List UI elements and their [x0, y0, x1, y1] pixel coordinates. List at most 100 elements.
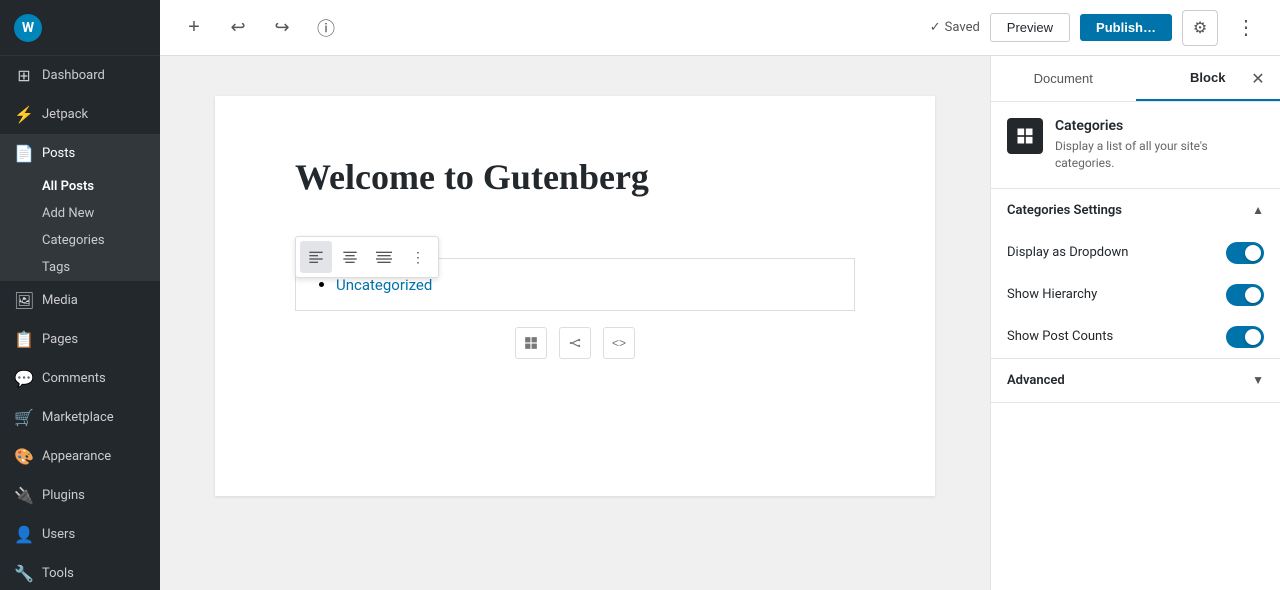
top-toolbar: + ↩ ↪ ⓘ ✓ Saved Preview Publish… ⚙ ⋮ — [160, 0, 1280, 56]
redo-button[interactable]: ↪ — [264, 10, 300, 46]
show-post-counts-label: Show Post Counts — [1007, 329, 1113, 344]
sidebar-item-appearance[interactable]: 🎨 Appearance — [0, 437, 160, 476]
redo-icon: ↪ — [274, 17, 289, 38]
sidebar-item-posts[interactable]: 📄 Posts — [0, 134, 160, 173]
sidebar-item-media[interactable]: 🖼 Media — [0, 281, 160, 320]
editor-area: Welcome to Gutenberg — [160, 56, 990, 590]
show-hierarchy-toggle[interactable] — [1226, 284, 1264, 306]
sidebar-item-label: Media — [42, 293, 78, 308]
sidebar-item-plugins[interactable]: 🔌 Plugins — [0, 476, 160, 515]
sidebar-item-dashboard[interactable]: ⊞ Dashboard — [0, 56, 160, 95]
show-post-counts-toggle[interactable] — [1226, 326, 1264, 348]
right-panel: Document Block ✕ Categories Display a li… — [990, 56, 1280, 590]
advanced-section-header[interactable]: Advanced ▼ — [991, 359, 1280, 402]
sidebar-item-label: Posts — [42, 146, 75, 161]
advanced-title: Advanced — [1007, 373, 1065, 388]
submenu-all-posts[interactable]: All Posts — [0, 173, 160, 200]
display-as-dropdown-toggle[interactable] — [1226, 242, 1264, 264]
block-description: Display a list of all your site's catego… — [1055, 138, 1264, 172]
more-icon: ⋮ — [1236, 15, 1256, 40]
tree-view-button[interactable] — [559, 327, 591, 359]
appearance-icon: 🎨 — [14, 447, 34, 466]
categories-icon — [1015, 126, 1035, 146]
add-icon: + — [188, 16, 200, 39]
toolbar-right: ✓ Saved Preview Publish… ⚙ ⋮ — [930, 10, 1264, 46]
close-icon: ✕ — [1251, 69, 1264, 89]
chevron-down-icon: ▼ — [1252, 373, 1264, 387]
tree-icon — [568, 336, 582, 350]
posts-icon: 📄 — [14, 144, 34, 163]
submenu-tags[interactable]: Tags — [0, 254, 160, 281]
panel-tabs: Document Block ✕ — [991, 56, 1280, 102]
saved-status: ✓ Saved — [930, 20, 980, 35]
show-hierarchy-row: Show Hierarchy — [991, 274, 1280, 316]
sidebar-item-label: Plugins — [42, 488, 85, 503]
publish-button[interactable]: Publish… — [1080, 14, 1172, 41]
align-wide-icon — [376, 249, 392, 265]
submenu-add-new[interactable]: Add New — [0, 200, 160, 227]
sidebar-logo: W — [0, 0, 160, 56]
sidebar-item-users[interactable]: 👤 Users — [0, 515, 160, 554]
users-icon: 👤 — [14, 525, 34, 544]
align-left-button[interactable] — [300, 241, 332, 273]
block-info-text: Categories Display a list of all your si… — [1055, 118, 1264, 172]
category-link[interactable]: Uncategorized — [336, 276, 432, 294]
panel-close-button[interactable]: ✕ — [1244, 65, 1272, 93]
tab-document[interactable]: Document — [991, 56, 1136, 101]
info-button[interactable]: ⓘ — [308, 10, 344, 46]
info-icon: ⓘ — [317, 15, 335, 41]
plugins-icon: 🔌 — [14, 486, 34, 505]
more-options-button[interactable]: ⋮ — [1228, 10, 1264, 46]
code-view-button[interactable]: <> — [603, 327, 635, 359]
settings-gear-button[interactable]: ⚙ — [1182, 10, 1218, 46]
sidebar-item-jetpack[interactable]: ⚡ Jetpack — [0, 95, 160, 134]
sidebar-item-pages[interactable]: 📋 Pages — [0, 320, 160, 359]
display-as-dropdown-label: Display as Dropdown — [1007, 245, 1128, 260]
align-wide-button[interactable] — [368, 241, 400, 273]
block-toolbar: ⋮ — [295, 236, 439, 278]
align-center-button[interactable] — [334, 241, 366, 273]
grid-view-button[interactable] — [515, 327, 547, 359]
jetpack-icon: ⚡ — [14, 105, 34, 124]
block-float-controls: <> — [295, 327, 855, 359]
marketplace-icon: 🛒 — [14, 408, 34, 427]
align-center-icon — [342, 249, 358, 265]
sidebar: W ⊞ Dashboard ⚡ Jetpack 📄 Posts All Post… — [0, 0, 160, 590]
saved-label: Saved — [945, 20, 980, 35]
tools-icon: 🔧 — [14, 564, 34, 583]
code-icon: <> — [612, 336, 626, 350]
categories-settings-header[interactable]: Categories Settings ▲ — [991, 189, 1280, 232]
block-more-button[interactable]: ⋮ — [402, 241, 434, 273]
dashboard-icon: ⊞ — [14, 66, 34, 85]
sidebar-item-label: Dashboard — [42, 68, 105, 83]
sidebar-item-label: Pages — [42, 332, 78, 347]
block-title-label: Categories — [1055, 118, 1264, 134]
main-layout: Welcome to Gutenberg — [0, 56, 1280, 590]
media-icon: 🖼 — [14, 291, 34, 310]
sidebar-item-comments[interactable]: 💬 Comments — [0, 359, 160, 398]
sidebar-item-label: Tools — [42, 566, 74, 581]
sidebar-item-label: Marketplace — [42, 410, 114, 425]
undo-button[interactable]: ↩ — [220, 10, 256, 46]
sidebar-item-label: Jetpack — [42, 107, 88, 122]
post-title[interactable]: Welcome to Gutenberg — [295, 156, 855, 198]
comments-icon: 💬 — [14, 369, 34, 388]
add-block-button[interactable]: + — [176, 10, 212, 46]
sidebar-item-tools[interactable]: 🔧 Tools — [0, 554, 160, 590]
sidebar-item-marketplace[interactable]: 🛒 Marketplace — [0, 398, 160, 437]
posts-submenu: All Posts Add New Categories Tags — [0, 173, 160, 281]
sidebar-item-label: Users — [42, 527, 75, 542]
advanced-section: Advanced ▼ — [991, 359, 1280, 403]
wp-logo-icon: W — [14, 14, 42, 42]
preview-button[interactable]: Preview — [990, 13, 1070, 42]
grid-icon — [524, 336, 538, 350]
block-more-icon: ⋮ — [411, 249, 425, 266]
display-as-dropdown-row: Display as Dropdown — [991, 232, 1280, 274]
submenu-categories[interactable]: Categories — [0, 227, 160, 254]
checkmark-icon: ✓ — [930, 20, 941, 35]
categories-settings-title: Categories Settings — [1007, 203, 1122, 218]
chevron-up-icon: ▲ — [1252, 203, 1264, 217]
block-info: Categories Display a list of all your si… — [991, 102, 1280, 189]
gear-icon: ⚙ — [1193, 18, 1207, 38]
editor-canvas: Welcome to Gutenberg — [215, 96, 935, 496]
